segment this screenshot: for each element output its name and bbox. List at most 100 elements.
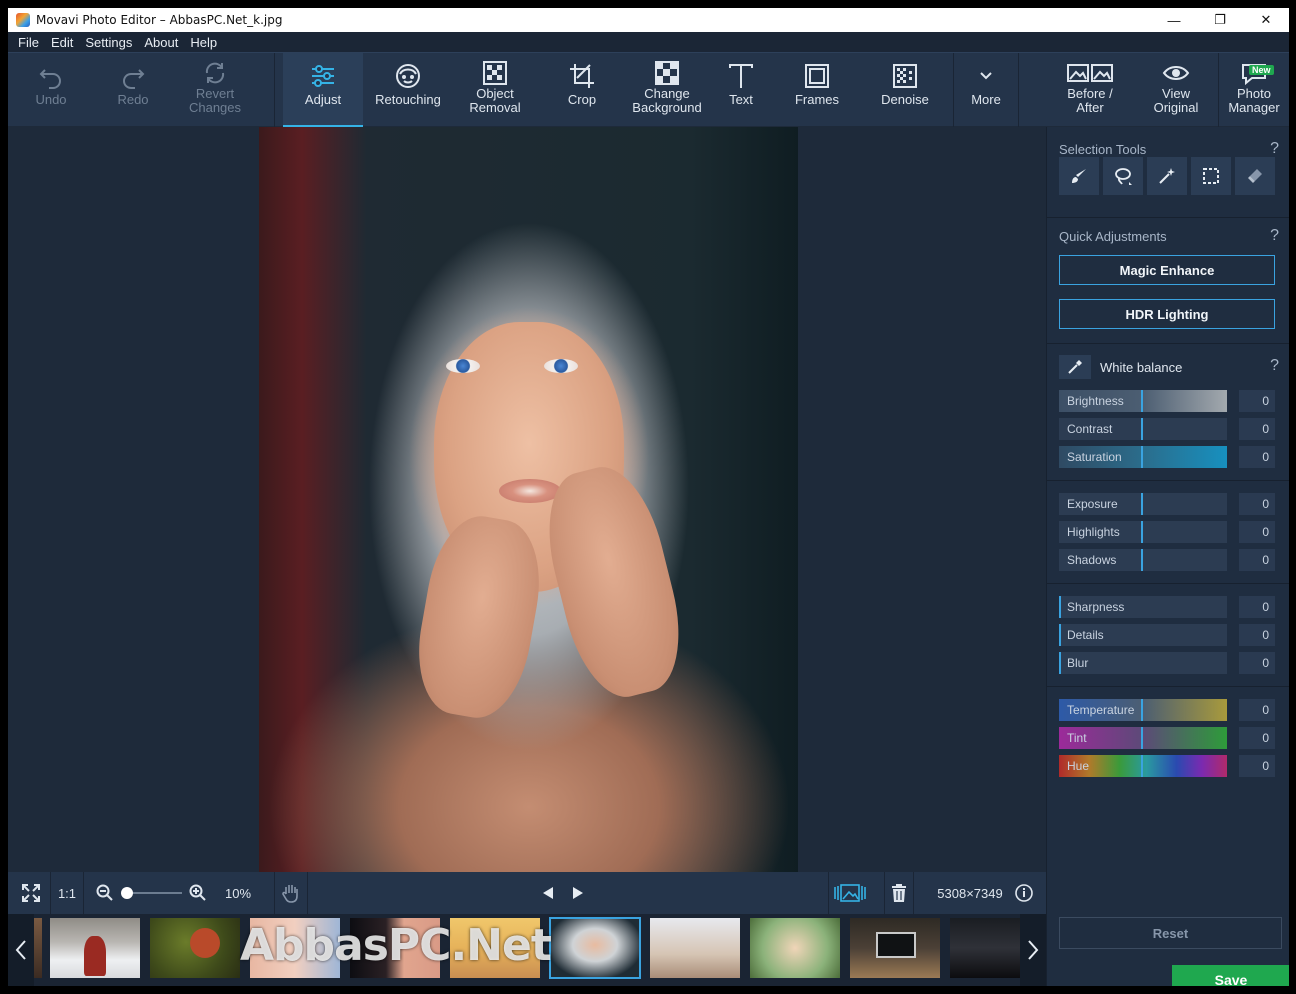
zoom-slider-track[interactable] [126,892,182,894]
brush-icon [1072,169,1086,183]
view-original-button[interactable]: View Original [1138,53,1214,127]
filmstrip-thumbnail[interactable] [150,918,240,978]
filmstrip-thumbnail[interactable] [50,918,140,978]
menu-edit[interactable]: Edit [45,35,79,50]
fit-to-screen-button[interactable] [18,872,44,914]
sharpness-value[interactable]: 0 [1239,596,1275,618]
photo-hand-right [532,457,696,707]
filmstrip-thumbnail[interactable] [750,918,840,978]
revert-changes-button[interactable]: Revert Changes [172,53,258,127]
slider-handle[interactable] [1141,390,1143,412]
minimize-button[interactable]: — [1151,8,1197,32]
temperature-value[interactable]: 0 [1239,699,1275,721]
slider-handle[interactable] [1141,755,1143,777]
slider-handle[interactable] [1141,699,1143,721]
photo-manager-button[interactable]: New Photo Manager [1219,53,1289,127]
tab-text[interactable]: Text [713,53,769,127]
magic-wand-tool[interactable] [1147,157,1187,195]
slider-handle[interactable] [1141,446,1143,468]
menu-settings[interactable]: Settings [79,35,138,50]
tab-retouching[interactable]: Retouching [363,53,453,127]
slider-handle[interactable] [1059,652,1061,674]
filmstrip-thumbnail-selected[interactable] [549,917,641,979]
highlights-slider[interactable]: Highlights [1059,521,1227,543]
slider-handle[interactable] [1059,596,1061,618]
panel-divider [1047,686,1289,687]
hue-slider[interactable]: Hue [1059,755,1227,777]
zoom-out-icon[interactable] [94,872,116,914]
exposure-value[interactable]: 0 [1239,493,1275,515]
shadows-value[interactable]: 0 [1239,549,1275,571]
hue-value[interactable]: 0 [1239,755,1275,777]
saturation-value[interactable]: 0 [1239,446,1275,468]
blur-slider[interactable]: Blur [1059,652,1227,674]
tint-slider[interactable]: Tint [1059,727,1227,749]
reset-button[interactable]: Reset [1059,917,1282,949]
next-image-button[interactable] [568,872,588,914]
shadows-slider[interactable]: Shadows [1059,549,1227,571]
redo-button[interactable]: Redo [94,53,172,127]
selection-tools-help-icon[interactable]: ? [1270,140,1279,158]
filmstrip-thumbnail[interactable] [950,918,1020,978]
exposure-slider[interactable]: Exposure [1059,493,1227,515]
blur-value[interactable]: 0 [1239,652,1275,674]
tab-frames[interactable]: Frames [779,53,855,127]
magic-enhance-button[interactable]: Magic Enhance [1059,255,1275,285]
hand-tool-button[interactable] [274,872,308,914]
menu-file[interactable]: File [8,35,45,50]
saturation-slider[interactable]: Saturation [1059,446,1227,468]
previous-image-button[interactable] [538,872,558,914]
slider-handle[interactable] [1141,549,1143,571]
maximize-button[interactable]: ❐ [1197,8,1243,32]
filmstrip-prev-button[interactable] [8,914,34,986]
slider-handle[interactable] [1141,727,1143,749]
quick-adjustments-help-icon[interactable]: ? [1270,227,1279,245]
hdr-lighting-button[interactable]: HDR Lighting [1059,299,1275,329]
zoom-in-icon[interactable] [187,872,209,914]
menu-about[interactable]: About [138,35,184,50]
delete-button[interactable] [884,872,914,914]
undo-button[interactable]: Undo [8,53,94,127]
tab-denoise[interactable]: Denoise [866,53,944,127]
filmstrip-next-button[interactable] [1020,914,1046,986]
tab-object-removal[interactable]: Object Removal [453,53,537,127]
before-after-button[interactable]: Before / After [1048,53,1132,127]
contrast-slider[interactable]: Contrast [1059,418,1227,440]
tab-adjust[interactable]: Adjust [283,53,363,127]
rectangle-select-tool[interactable] [1191,157,1231,195]
temperature-slider[interactable]: Temperature [1059,699,1227,721]
close-button[interactable]: ✕ [1243,8,1289,32]
white-balance-help-icon[interactable]: ? [1270,357,1279,375]
slider-handle[interactable] [1059,624,1061,646]
details-slider[interactable]: Details [1059,624,1227,646]
eraser-tool[interactable] [1235,157,1275,195]
tint-value[interactable]: 0 [1239,727,1275,749]
tab-crop[interactable]: Crop [543,53,621,127]
edited-photo[interactable] [259,127,798,872]
white-balance-picker[interactable] [1059,355,1091,379]
brightness-label: Brightness [1067,394,1124,408]
brightness-value[interactable]: 0 [1239,390,1275,412]
contrast-value[interactable]: 0 [1239,418,1275,440]
tab-change-background[interactable]: Change Background [621,53,713,127]
filmstrip-thumbnail[interactable] [34,918,42,978]
filmstrip-thumbnail[interactable] [850,918,940,978]
lasso-tool[interactable] [1103,157,1143,195]
brightness-slider[interactable]: Brightness [1059,390,1227,412]
one-to-one-button[interactable]: 1:1 [50,872,84,914]
slider-handle[interactable] [1141,521,1143,543]
image-canvas[interactable] [8,127,1046,872]
slider-handle[interactable] [1141,418,1143,440]
details-value[interactable]: 0 [1239,624,1275,646]
highlights-value[interactable]: 0 [1239,521,1275,543]
sharpness-slider[interactable]: Sharpness [1059,596,1227,618]
menu-help[interactable]: Help [184,35,223,50]
zoom-slider-handle[interactable] [121,887,133,899]
filmstrip-toggle-button[interactable] [828,872,870,914]
save-button[interactable]: Save [1172,965,1289,986]
filmstrip-thumbnail[interactable] [650,918,740,978]
slider-handle[interactable] [1141,493,1143,515]
image-info-button[interactable] [1012,872,1036,914]
more-button[interactable]: More [954,53,1018,127]
brush-select-tool[interactable] [1059,157,1099,195]
